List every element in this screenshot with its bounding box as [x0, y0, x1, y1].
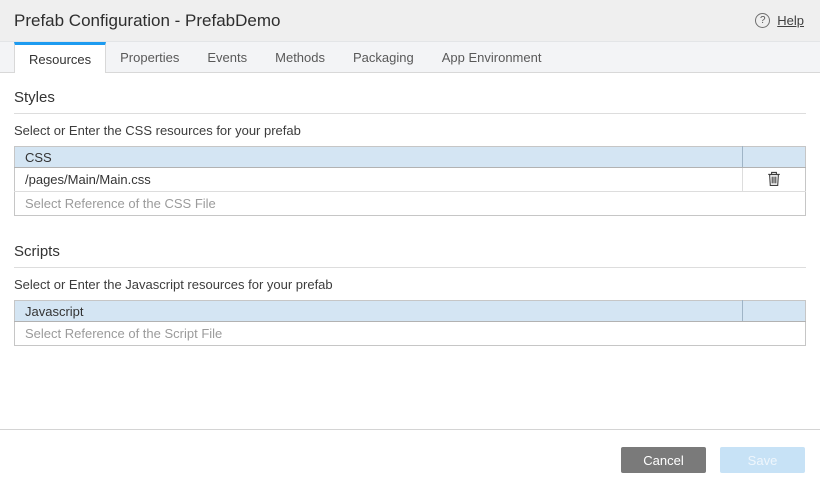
- add-script-resource-row: [15, 322, 806, 346]
- row-actions-cell: [743, 168, 806, 192]
- tab-events[interactable]: Events: [193, 42, 261, 72]
- prefab-configuration-dialog: Prefab Configuration - PrefabDemo ? Help…: [0, 0, 820, 490]
- css-resource-value: /pages/Main/Main.css: [15, 168, 743, 192]
- scripts-description: Select or Enter the Javascript resources…: [14, 277, 806, 292]
- add-css-resource-cell: [15, 192, 806, 216]
- help-link[interactable]: Help: [777, 13, 804, 28]
- styles-heading: Styles: [14, 89, 806, 114]
- css-reference-input[interactable]: [15, 192, 805, 215]
- javascript-column-header: Javascript: [15, 301, 743, 322]
- delete-css-resource-button[interactable]: [763, 169, 785, 189]
- css-column-header: CSS: [15, 147, 743, 168]
- css-resources-table: CSS /pages/Main/Main.css: [14, 146, 806, 216]
- actions-column-header: [743, 301, 806, 322]
- table-header-row: Javascript: [15, 301, 806, 322]
- script-reference-input[interactable]: [15, 322, 805, 345]
- help-control[interactable]: ? Help: [755, 13, 804, 28]
- add-script-resource-cell: [15, 322, 806, 346]
- cancel-button[interactable]: Cancel: [621, 447, 706, 473]
- trash-icon: [767, 171, 781, 187]
- titlebar: Prefab Configuration - PrefabDemo ? Help: [0, 0, 820, 42]
- scripts-section: Scripts Select or Enter the Javascript r…: [14, 243, 806, 346]
- actions-column-header: [743, 147, 806, 168]
- tab-methods[interactable]: Methods: [261, 42, 339, 72]
- table-header-row: CSS: [15, 147, 806, 168]
- tab-packaging[interactable]: Packaging: [339, 42, 428, 72]
- styles-description: Select or Enter the CSS resources for yo…: [14, 123, 806, 138]
- tab-properties[interactable]: Properties: [106, 42, 193, 72]
- tab-app-environment[interactable]: App Environment: [428, 42, 556, 72]
- add-css-resource-row: [15, 192, 806, 216]
- styles-section: Styles Select or Enter the CSS resources…: [14, 89, 806, 216]
- tab-resources[interactable]: Resources: [14, 42, 106, 73]
- question-circle-icon: ?: [755, 13, 770, 28]
- page-title: Prefab Configuration - PrefabDemo: [14, 11, 280, 31]
- scripts-heading: Scripts: [14, 243, 806, 268]
- table-row: /pages/Main/Main.css: [15, 168, 806, 192]
- tab-bar: Resources Properties Events Methods Pack…: [0, 42, 820, 73]
- dialog-footer: Cancel Save: [0, 429, 820, 490]
- javascript-resources-table: Javascript: [14, 300, 806, 346]
- resources-tab-content: Styles Select or Enter the CSS resources…: [0, 73, 820, 429]
- save-button[interactable]: Save: [720, 447, 805, 473]
